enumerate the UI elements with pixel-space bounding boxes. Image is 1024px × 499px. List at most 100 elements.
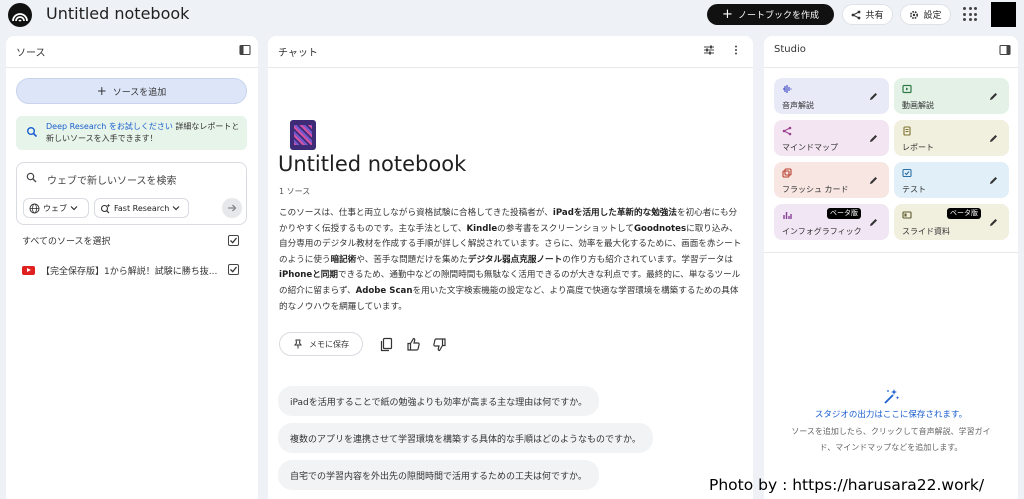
studio-tile[interactable]: 音声解説: [774, 78, 889, 114]
audio-wave-icon: [783, 85, 792, 93]
edit-button[interactable]: [863, 128, 883, 148]
edit-button[interactable]: [863, 170, 883, 190]
search-icon: [26, 172, 37, 183]
copy-icon[interactable]: [379, 337, 394, 352]
edit-button[interactable]: [983, 170, 1003, 190]
edit-button[interactable]: [983, 86, 1003, 106]
fast-research-label: Fast Research: [114, 203, 170, 213]
avatar[interactable]: [991, 2, 1016, 27]
summary-segment: Adobe Scan: [355, 285, 413, 296]
divider: [268, 67, 753, 68]
edit-button[interactable]: [983, 212, 1003, 232]
divider: [764, 67, 1018, 68]
summary-segment: iPadを活用した革新的な勉強法: [552, 208, 677, 218]
logo-icon: [12, 13, 28, 22]
collapse-panel-icon[interactable]: [239, 44, 251, 56]
magic-wand-icon: [884, 389, 900, 404]
studio-empty-desc: ソースを追加したら、クリックして音声解説、学習ガイ ド、マインドマップなどを追加…: [774, 424, 1008, 456]
studio-tile[interactable]: レポート: [894, 120, 1009, 156]
youtube-icon: [22, 265, 35, 275]
suggested-question[interactable]: 自宅での学習内容を外出先の隙間時間で活用するための工夫は何ですか。: [278, 460, 599, 490]
create-notebook-label: ノートブックを作成: [737, 11, 819, 21]
top-bar: Untitled notebook + ノートブックを作成 共有 設定: [0, 0, 1024, 32]
select-all-label: すべてのソースを選択: [22, 237, 111, 247]
pencil-icon: [989, 134, 997, 142]
chevron-down-icon: [172, 206, 180, 211]
check-icon: [230, 237, 238, 244]
globe-icon: [29, 203, 40, 213]
save-to-note-label: メモに保存: [309, 339, 349, 349]
studio-tile[interactable]: インフォグラフィック ベータ版: [774, 204, 889, 240]
studio-tile-label-slides: スライド資料: [902, 227, 950, 236]
source-item-checkbox[interactable]: [228, 264, 239, 275]
source-item-label: 【完全保存版】1から解説！試験に勝ち抜...: [41, 266, 218, 277]
deep-research-link[interactable]: Deep Research をお試しください: [46, 122, 173, 131]
notebook-heading: Untitled notebook: [278, 152, 467, 176]
studio-tile-label-mindmap: マインドマップ: [782, 143, 838, 152]
beta-badge: ベータ版: [947, 208, 981, 219]
more-vert-icon[interactable]: [730, 44, 742, 56]
thumbs-up-icon[interactable]: [406, 337, 421, 352]
studio-tile[interactable]: マインドマップ: [774, 120, 889, 156]
studio-tile[interactable]: テスト: [894, 162, 1009, 198]
pencil-icon: [989, 218, 997, 226]
edit-button[interactable]: [983, 128, 1003, 148]
source-item[interactable]: 【完全保存版】1から解説！試験に勝ち抜...: [22, 263, 232, 277]
add-source-label: ソースを追加: [112, 87, 167, 98]
suggested-question[interactable]: iPadを活用することで紙の勉強よりも効率が高まる主な理由は何ですか。: [278, 386, 600, 416]
infographic-icon: [783, 212, 792, 219]
thumbs-down-icon[interactable]: [432, 337, 447, 352]
web-chip-label: ウェブ: [43, 203, 67, 213]
submit-search-button[interactable]: [222, 198, 242, 218]
save-to-note-button[interactable]: メモに保存: [279, 332, 363, 356]
notebooklm-logo[interactable]: [8, 3, 32, 27]
suggested-question[interactable]: 複数のアプリを連携させて学習環境を構築する具体的な手順はどのようなものですか。: [278, 423, 653, 453]
settings-button[interactable]: 設定: [900, 4, 951, 25]
share-button[interactable]: 共有: [842, 4, 893, 25]
studio-tile-label-audio-wave: 音声解説: [782, 101, 814, 110]
collapse-panel-icon[interactable]: [999, 44, 1011, 56]
search-sparkle-icon: [100, 203, 111, 213]
search-input[interactable]: ウェブで新しいソースを検索: [47, 172, 177, 187]
summary-segment: の参考書をスクリーンショットして: [497, 223, 634, 234]
deep-research-line2: 新しいソースを入手できます！: [46, 134, 158, 143]
photo-credit: Photo by : https://harusara22.work/: [709, 476, 985, 494]
flashcard-icon: [782, 168, 792, 178]
chat-title: チャット: [278, 48, 318, 59]
chevron-down-icon: [70, 206, 78, 211]
web-source-dropdown[interactable]: ウェブ: [23, 198, 89, 218]
select-all-checkbox[interactable]: [228, 235, 239, 246]
gear-icon: [910, 10, 919, 19]
add-source-button[interactable]: + ソースを追加: [16, 78, 247, 104]
notebook-title[interactable]: Untitled notebook: [46, 4, 189, 23]
summary-segment: 暗記術: [330, 254, 357, 265]
video-icon: [902, 84, 912, 94]
research-mode-dropdown[interactable]: Fast Research: [94, 198, 189, 218]
studio-panel: Studio 音声解説 動画解説 マインドマップ レポート フラッシュ カード テスト イン…: [764, 36, 1018, 499]
deep-research-text: 詳細なレポートと: [175, 122, 240, 131]
summary-segment: Goodnotes: [634, 223, 687, 234]
create-notebook-button[interactable]: + ノートブックを作成: [707, 4, 834, 25]
check-icon: [230, 266, 238, 273]
edit-button[interactable]: [863, 86, 883, 106]
studio-tile[interactable]: フラッシュ カード: [774, 162, 889, 198]
studio-tile[interactable]: スライド資料 ベータ版: [894, 204, 1009, 240]
notebook-emoji-icon: [290, 120, 316, 150]
edit-button[interactable]: [863, 212, 883, 232]
mindmap-icon: [782, 126, 792, 136]
summary-segment: iPhoneと同期: [279, 270, 338, 281]
arrow-right-icon: [228, 204, 237, 212]
plus-icon: +: [722, 7, 733, 22]
beta-badge: ベータ版: [827, 208, 861, 219]
chat-panel: チャット Untitled notebook 1 ソース このソースは、仕事と両…: [268, 36, 753, 499]
deep-research-banner[interactable]: Deep Research をお試しください 詳細なレポートと 新しいソースを入…: [16, 116, 247, 150]
studio-empty-desc-line: ド、マインドマップなどを追加します。: [819, 443, 963, 452]
studio-tile-label-report: レポート: [902, 143, 934, 152]
tune-icon[interactable]: [703, 44, 715, 56]
studio-tile-label-quiz: テスト: [902, 185, 926, 194]
apps-grid-icon[interactable]: [962, 6, 978, 22]
deep-research-line1: Deep Research をお試しください 詳細なレポートと: [46, 121, 241, 133]
studio-tile[interactable]: 動画解説: [894, 78, 1009, 114]
summary-segment: デジタル弱点克服ノート: [467, 254, 563, 265]
summary-segment: や、苦手な問題だけを集めた: [356, 254, 468, 265]
